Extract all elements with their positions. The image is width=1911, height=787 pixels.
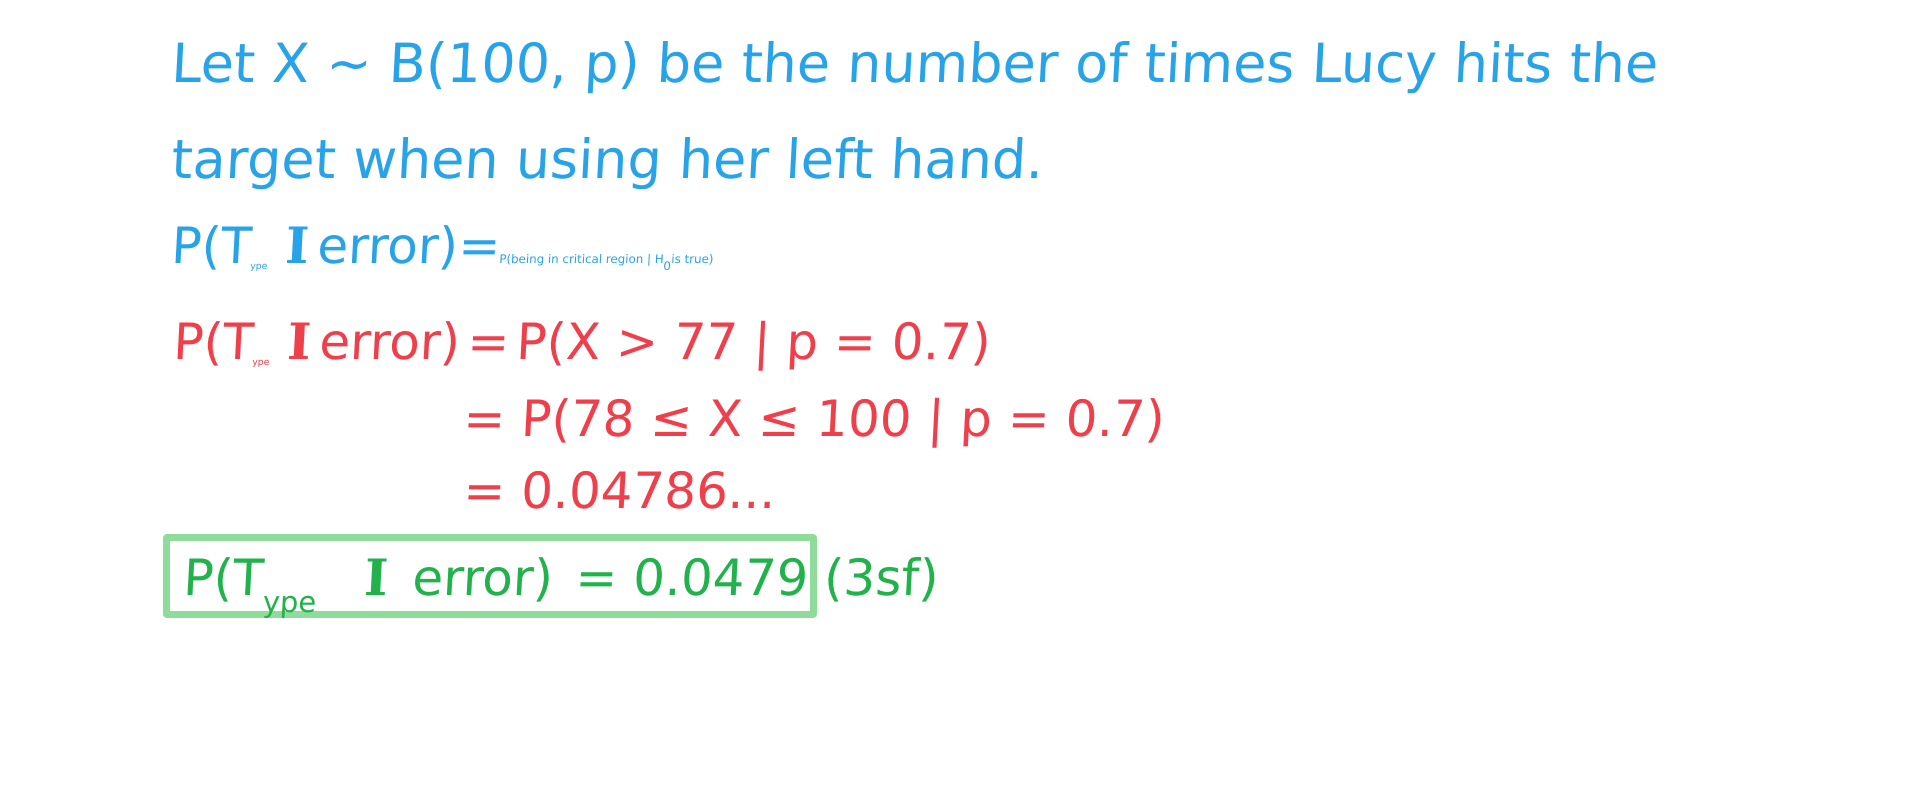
- l3-subscript-ype: ype: [250, 261, 268, 273]
- handwritten-note-canvas: Let X ~ B(100, p) be the number of times…: [0, 0, 1911, 787]
- statement-line-1: Let X ~ B(100, p) be the number of times…: [170, 32, 1660, 95]
- l4-equals: =: [466, 313, 511, 371]
- working-line-2: = P(78 ≤ X ≤ 100 | p = 0.7): [462, 390, 1167, 448]
- l7-roman-one: I: [362, 548, 390, 607]
- l4-error-word: error): [318, 313, 462, 371]
- l7-subscript-ype: ype: [262, 585, 318, 620]
- l7-result: = 0.0479 (3sf): [573, 549, 940, 607]
- l3-equals: =: [456, 217, 502, 275]
- l4-roman-one: I: [285, 312, 313, 371]
- l3-error-word: error): [316, 217, 460, 275]
- statement-line-2: target when using her left hand.: [170, 128, 1046, 191]
- l4-p-open: P(T: [172, 313, 256, 371]
- l4-rhs-probability: P(X > 77 | p = 0.7): [515, 313, 993, 371]
- l3-rhs-text: P(being in critical region | H: [498, 252, 664, 266]
- final-answer-text: P(Type Ierror) = 0.0479 (3sf): [182, 548, 940, 619]
- l4-subscript-ype: ype: [252, 357, 270, 369]
- l3-p-open: P(T: [170, 217, 254, 275]
- type-i-error-definition-line: P(Type Ierror)=P(being in critical region…: [170, 216, 713, 275]
- l3-roman-one: I: [283, 216, 311, 275]
- l7-error-word: error): [410, 549, 555, 607]
- l7-p-open: P(T: [182, 549, 266, 607]
- l3-rhs-tail: is true): [670, 252, 714, 266]
- working-line-1: P(Type Ierror)=P(X > 77 | p = 0.7): [172, 312, 993, 371]
- working-line-3: = 0.04786...: [462, 462, 778, 520]
